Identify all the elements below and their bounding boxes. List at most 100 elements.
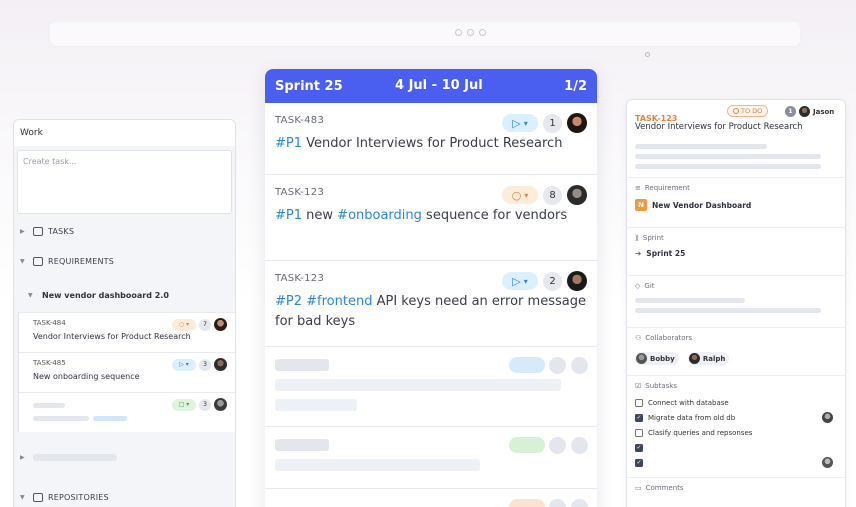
sprint-label: Sprint xyxy=(642,234,664,242)
subtask-checkbox[interactable]: ✓ xyxy=(635,458,643,467)
comment-count: 1 xyxy=(785,106,796,117)
status-todo-pill[interactable]: ○ ▾ xyxy=(172,318,196,331)
subtask-item[interactable]: Connect with database xyxy=(635,395,837,410)
task-card[interactable]: TASK-123 #P2 #frontend API keys need an … xyxy=(265,261,597,347)
create-task-input[interactable]: Create task... xyxy=(17,150,232,214)
comment-count: 3 xyxy=(199,358,211,371)
section-repositories[interactable]: ▼ REPOSITORIES xyxy=(14,486,235,507)
skeleton-pill xyxy=(509,499,545,507)
comment-count: 7 xyxy=(199,318,211,331)
skeleton-circle xyxy=(549,357,566,374)
subtask-item[interactable]: ✓ Migrate data from old db xyxy=(635,410,837,425)
status-badge[interactable]: TO DO xyxy=(727,105,769,117)
list-item[interactable]: □ ▾ 3 xyxy=(18,392,235,432)
section-requirements[interactable]: ▼ REQUIREMENTS xyxy=(14,250,235,272)
skeleton-circle xyxy=(549,437,566,454)
priority-tag[interactable]: #P2 xyxy=(275,294,302,309)
git-label: Git xyxy=(644,282,655,290)
link-icon[interactable] xyxy=(479,29,486,36)
sprint-section: ⟫ Sprint ➔ Sprint 25 xyxy=(627,227,845,275)
status-label: TO DO xyxy=(741,107,763,115)
section-tasks[interactable]: ▶ TASKS xyxy=(14,220,235,242)
task-text: sequence for vendors xyxy=(426,208,568,223)
play-icon: ▷ xyxy=(512,116,521,130)
arrow-right-icon: ➔ xyxy=(635,249,642,258)
git-section: ◇ Git xyxy=(627,275,845,327)
list-item[interactable]: TASK-484 Vendor Interviews for Product R… xyxy=(18,312,235,352)
status-todo-pill[interactable]: ○ ▾ xyxy=(502,186,538,204)
subtask-checkbox[interactable] xyxy=(635,398,643,407)
collaborators-section: ⚇ Collaborators Bobby Ralph xyxy=(627,327,845,375)
github-icon[interactable] xyxy=(467,29,474,36)
task-detail-panel: TASK-123 TO DO 1 Jason Vendor Interviews… xyxy=(626,99,846,507)
collaborator-chip[interactable]: Ralph xyxy=(687,352,730,365)
subtasks-section: ☑ Subtasks Connect with database ✓ Migrate… xyxy=(627,375,845,477)
task-text: Vendor Interviews for Product Research xyxy=(306,136,563,151)
avatar xyxy=(567,185,587,205)
sprint-icon: ⟫ xyxy=(635,234,639,242)
sprint-page-indicator[interactable]: 1/2 xyxy=(564,79,587,94)
task-card[interactable]: TASK-123 #P1 new #onboarding sequence fo… xyxy=(265,175,597,261)
task-title: #P1 new #onboarding sequence for vendors xyxy=(275,206,587,226)
subtask-checkbox[interactable]: ✓ xyxy=(635,443,643,452)
avatar xyxy=(799,106,810,117)
comments-label: Comments xyxy=(645,484,684,492)
skeleton-line xyxy=(33,403,65,408)
assignee[interactable]: 1 Jason xyxy=(785,106,834,117)
play-icon: ▷ xyxy=(512,274,521,288)
skeleton-pill xyxy=(509,437,545,453)
requirement-link[interactable]: N New Vendor Dashboard xyxy=(635,199,837,211)
avatar xyxy=(567,113,587,133)
collaborator-chip[interactable]: Bobby xyxy=(635,352,679,365)
comments-section: ▭ Comments xyxy=(627,477,845,498)
subtask-checkbox[interactable] xyxy=(635,428,643,437)
toolbar-icons xyxy=(455,29,486,36)
section-requirements-label: REQUIREMENTS xyxy=(48,256,115,266)
status-in-progress-pill[interactable]: ▷ ▾ xyxy=(502,114,538,132)
skeleton-line xyxy=(635,154,821,159)
settings-icon[interactable] xyxy=(455,29,462,36)
avatar xyxy=(214,398,227,411)
status-done-pill[interactable]: □ ▾ xyxy=(172,398,196,411)
subtasks-label: Subtasks xyxy=(645,382,677,390)
sprint-board: Sprint 25 4 Jul - 10 Jul 1/2 TASK-483 #P… xyxy=(265,69,597,507)
collaborator-name: Bobby xyxy=(650,354,675,363)
requirement-value: New Vendor Dashboard xyxy=(652,200,752,210)
comment-count: 3 xyxy=(199,398,211,411)
sprint-dates: 4 Jul - 10 Jul xyxy=(395,78,483,93)
skeleton-line xyxy=(275,399,357,411)
chevron-right-icon: ▶ xyxy=(20,453,25,461)
requirement-group[interactable]: ▼ New vendor dashbooard 2.0 xyxy=(14,278,235,312)
sprint-header: Sprint 25 4 Jul - 10 Jul 1/2 xyxy=(265,69,597,103)
collapsed-section[interactable]: ▶ xyxy=(14,446,235,468)
status-in-progress-pill[interactable]: ▷ ▾ xyxy=(502,272,538,290)
requirement-group-title: New vendor dashbooard 2.0 xyxy=(42,290,169,300)
users-icon: ⚇ xyxy=(635,334,642,342)
task-card-placeholder xyxy=(265,489,597,507)
avatar xyxy=(688,353,700,364)
chevron-down-icon: ▾ xyxy=(524,190,529,200)
task-card[interactable]: TASK-483 #P1 Vendor Interviews for Produ… xyxy=(265,103,597,175)
requirement-section: ≡ Requirement N New Vendor Dashboard xyxy=(627,177,845,227)
skeleton-line xyxy=(93,416,127,421)
inbox-icon xyxy=(33,226,43,236)
topic-tag[interactable]: #frontend xyxy=(306,294,372,309)
priority-tag[interactable]: #P1 xyxy=(275,208,302,223)
list-item[interactable]: TASK-485 New onboarding sequence ▷ ▾ 3 xyxy=(18,352,235,392)
avatar xyxy=(822,457,833,468)
detail-title[interactable]: Vendor Interviews for Product Research xyxy=(627,122,845,144)
status-in-progress-pill[interactable]: ▷ ▾ xyxy=(172,358,196,371)
sprint-link[interactable]: ➔ Sprint 25 xyxy=(635,249,837,258)
priority-tag[interactable]: #P1 xyxy=(275,136,302,151)
task-title: New onboarding sequence xyxy=(33,372,140,381)
topic-tag[interactable]: #onboarding xyxy=(337,208,422,223)
subtask-item[interactable]: Clasify queries and repsonses xyxy=(635,425,837,440)
task-text-pre: new xyxy=(306,208,334,223)
requirement-icon: ≡ xyxy=(635,184,641,192)
subtask-item[interactable]: ✓ xyxy=(635,455,837,470)
comment-icon: ▭ xyxy=(635,484,642,492)
subtask-item[interactable]: ✓ xyxy=(635,440,837,455)
chevron-right-icon: ▶ xyxy=(20,227,25,235)
skeleton-circle xyxy=(571,437,588,454)
subtask-checkbox[interactable]: ✓ xyxy=(635,413,643,422)
